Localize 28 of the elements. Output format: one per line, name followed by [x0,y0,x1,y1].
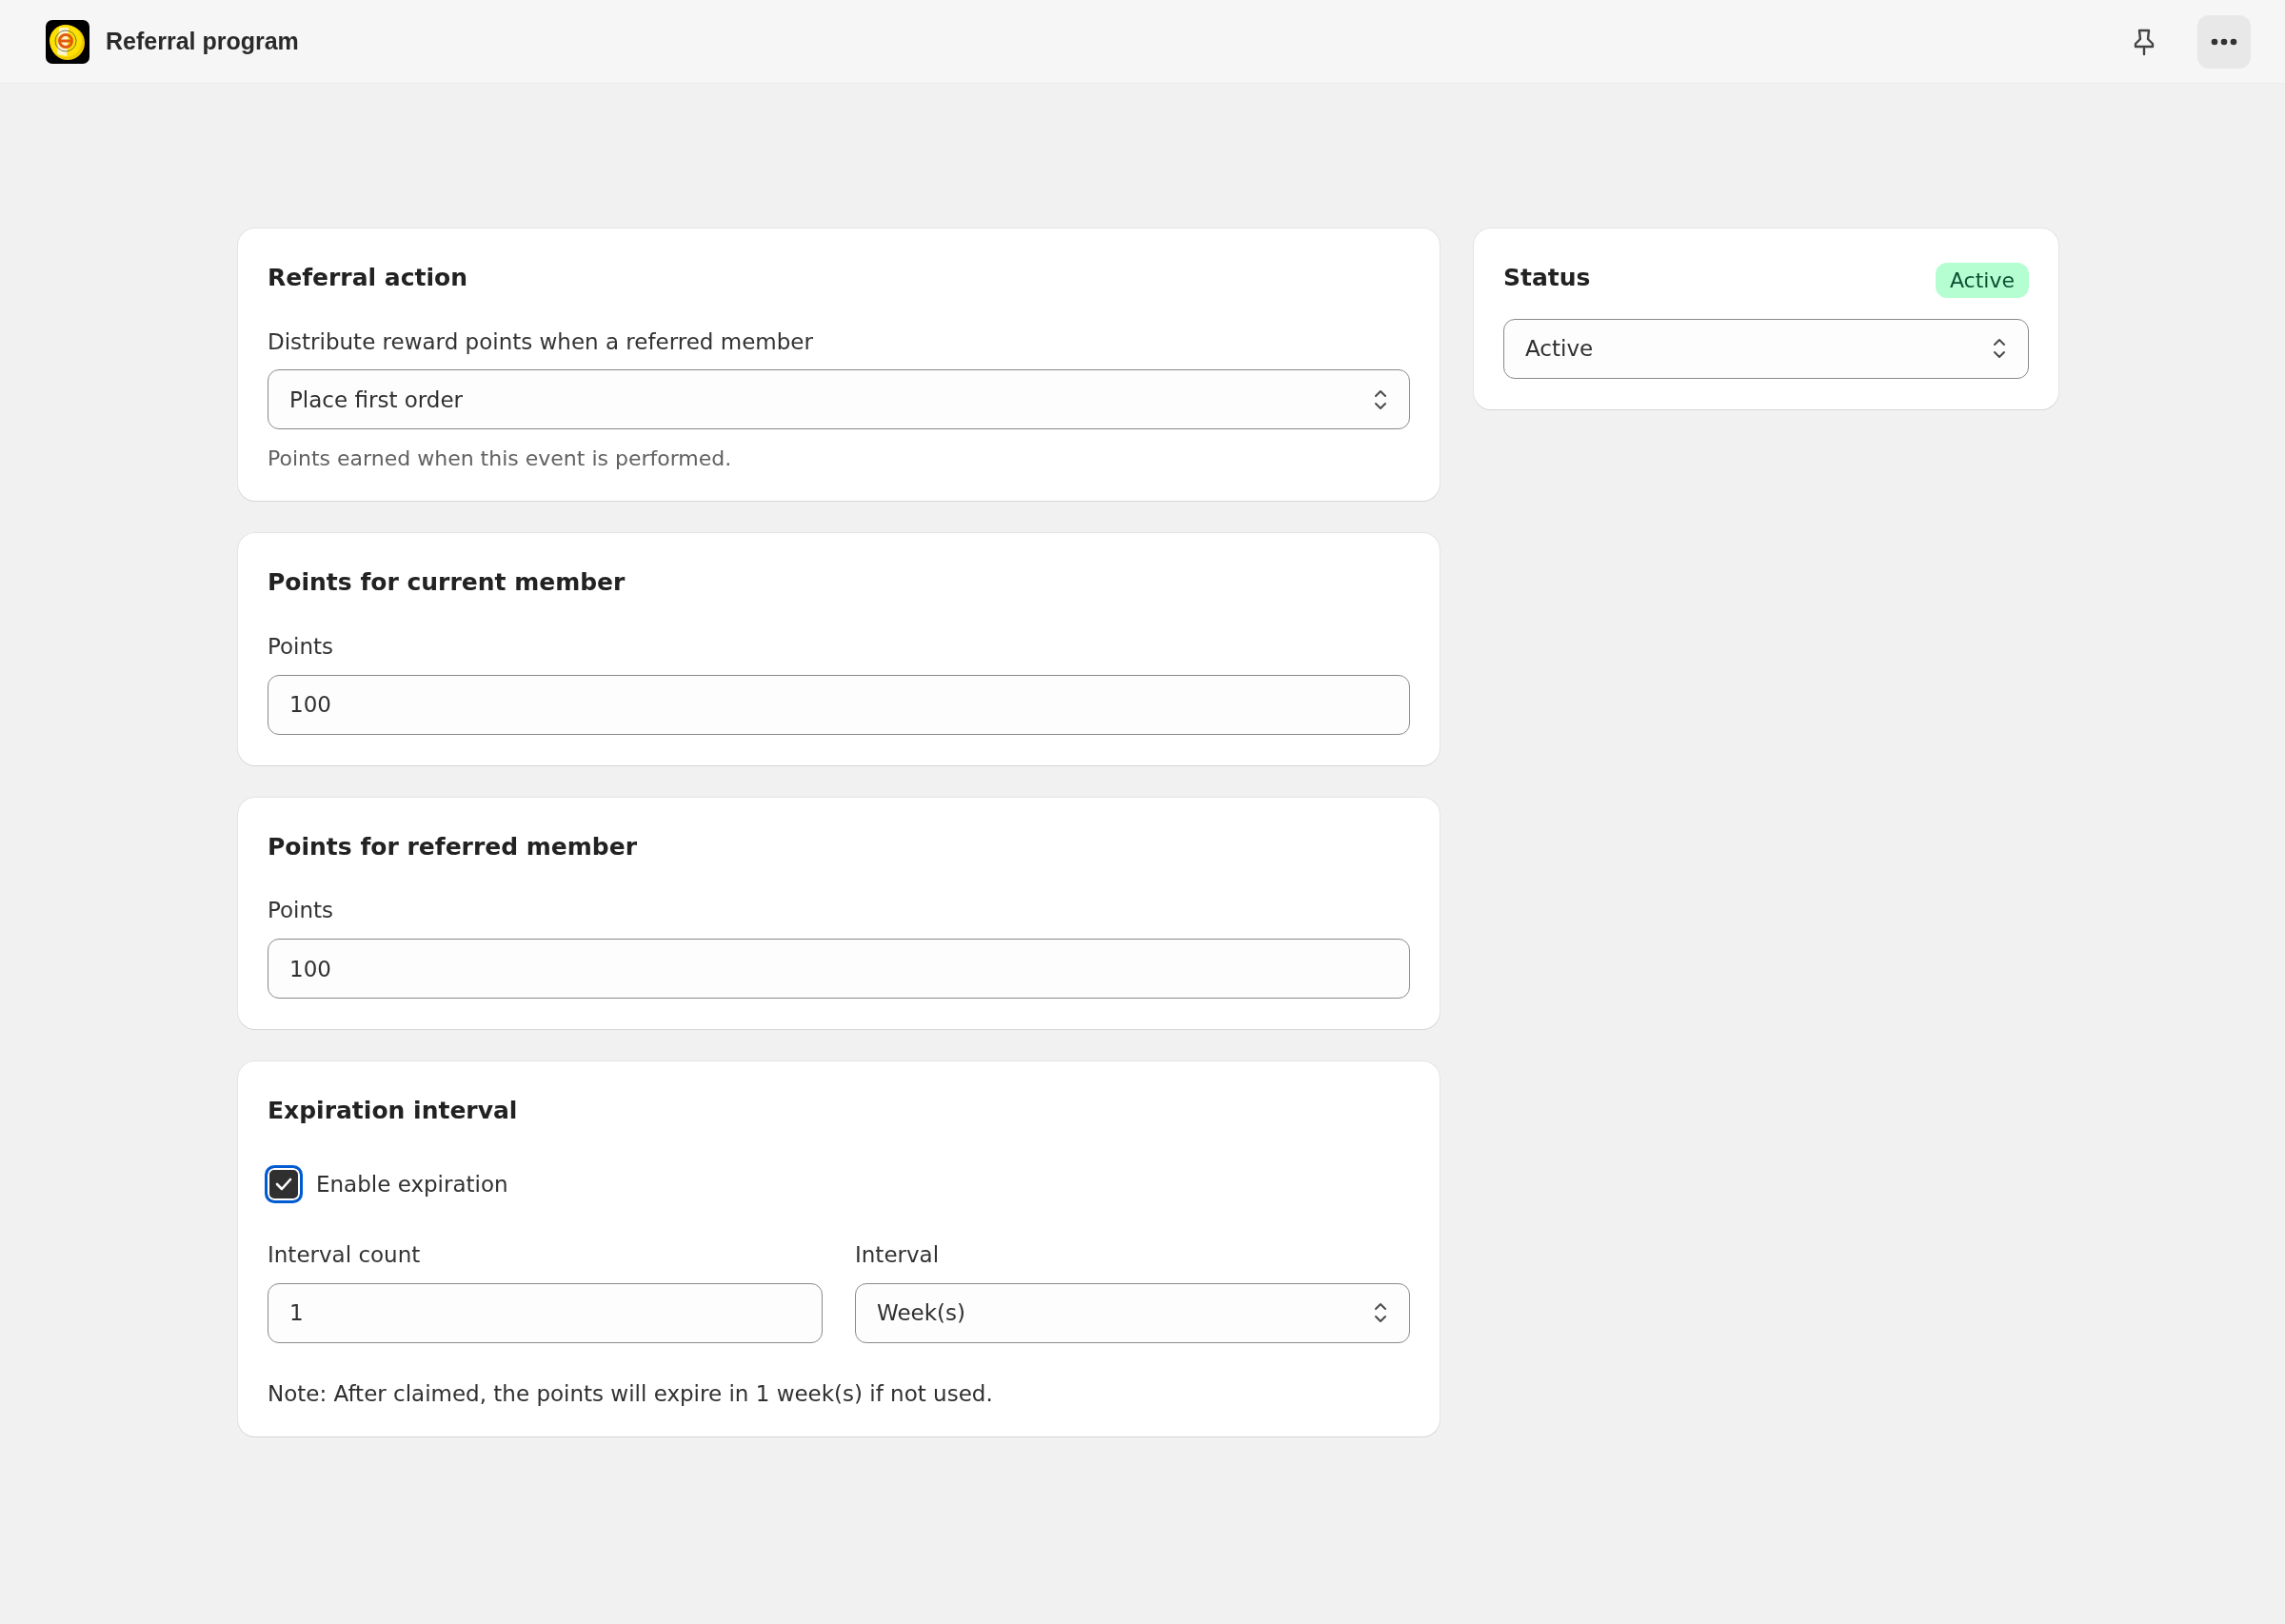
points-input[interactable]: 100 [268,939,1410,1000]
more-icon [2211,37,2237,46]
more-button[interactable] [2197,14,2251,69]
help-text: Points earned when this event is performed. [268,446,733,471]
checkmark-icon [275,1177,292,1191]
field-label: Points [268,632,335,661]
interval-select[interactable]: Week(s) [855,1282,1410,1343]
card-title: Status [1503,263,1591,293]
card-title: Points for referred member [268,831,639,862]
chevron-icon [1992,336,2007,361]
status-select[interactable]: Active [1503,318,2029,379]
interval-count-input[interactable]: 1 [268,1282,823,1343]
card-title: Referral action [268,263,469,293]
field-label: Interval count [268,1240,422,1269]
field-label: Points [268,897,335,925]
event-select[interactable]: Place first order [268,369,1410,430]
card-title: Points for current member [268,567,626,599]
points-input[interactable]: 100 [268,674,1410,735]
app-title: Referral program [106,28,299,55]
app-logo-icon [46,19,89,64]
checkbox[interactable] [265,1164,303,1203]
status-badge: Active [1935,263,2029,298]
field-label: Interval [855,1240,941,1269]
card-title: Expiration interval [268,1096,519,1127]
field-label: Distribute reward points when a referred member [268,327,814,356]
checkbox-label: Enable expiration [316,1171,508,1197]
note-text: Note: After claimed, the points will expire in 1 week(s) if not used. [268,1380,994,1406]
pin-icon [2133,27,2156,56]
